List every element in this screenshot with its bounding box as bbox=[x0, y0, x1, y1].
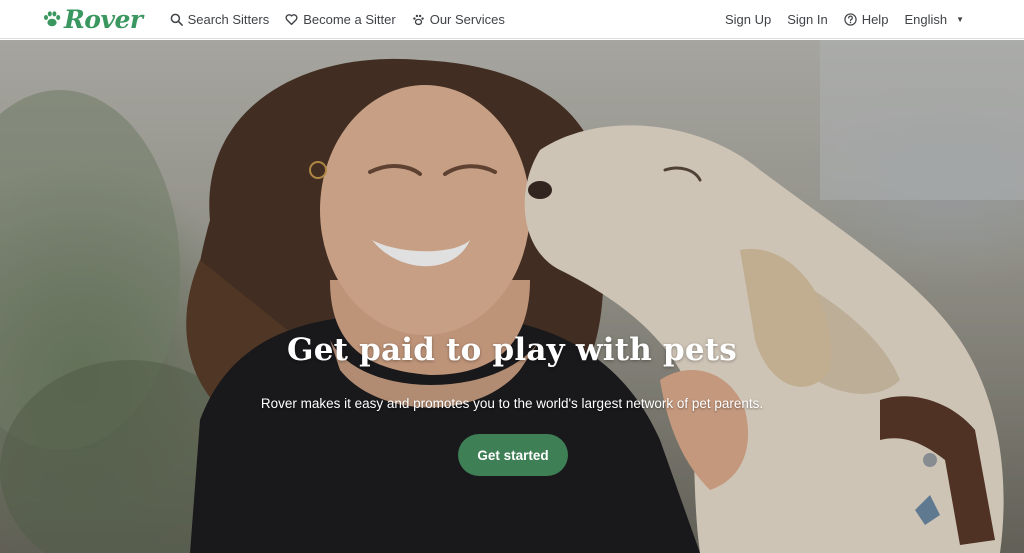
language-selector[interactable]: English ▼ bbox=[904, 12, 964, 27]
account-nav: Sign Up Sign In Help English ▼ bbox=[725, 12, 964, 27]
hero-title: Get paid to play with pets bbox=[287, 332, 737, 368]
sign-up-link[interactable]: Sign Up bbox=[725, 12, 771, 27]
get-started-button[interactable]: Get started bbox=[458, 434, 568, 476]
paw-logo-icon bbox=[44, 11, 61, 27]
nav-search-sitters-label: Search Sitters bbox=[187, 11, 270, 27]
search-icon bbox=[170, 13, 183, 26]
nav-search-sitters[interactable]: Search Sitters bbox=[170, 11, 270, 27]
help-link[interactable]: Help bbox=[844, 11, 889, 27]
help-label: Help bbox=[861, 11, 889, 27]
caret-down-icon: ▼ bbox=[956, 14, 964, 24]
hero-overlay bbox=[0, 40, 1024, 553]
nav-become-a-sitter-label: Become a Sitter bbox=[303, 11, 396, 27]
hero-section: Get paid to play with pets Rover makes i… bbox=[0, 40, 1024, 553]
rover-logo[interactable]: Rover bbox=[42, 7, 143, 32]
sign-up-label: Sign Up bbox=[724, 11, 772, 27]
logo-wordmark: Rover bbox=[64, 4, 143, 34]
top-navigation-bar: Rover Search Sitters Become a Sitter Our… bbox=[0, 0, 1024, 39]
question-circle-icon bbox=[844, 12, 857, 26]
paw-icon bbox=[412, 14, 424, 25]
sign-in-link[interactable]: Sign In bbox=[787, 12, 827, 27]
nav-our-services-label: Our Services bbox=[429, 11, 505, 27]
primary-nav: Search Sitters Become a Sitter Our Servi… bbox=[170, 12, 505, 27]
language-label: English bbox=[904, 11, 948, 27]
nav-our-services[interactable]: Our Services bbox=[412, 12, 505, 27]
heart-icon bbox=[285, 13, 298, 25]
hero-subtitle: Rover makes it easy and promotes you to … bbox=[260, 396, 764, 411]
nav-become-a-sitter[interactable]: Become a Sitter bbox=[285, 12, 396, 27]
sign-in-label: Sign In bbox=[787, 11, 828, 27]
